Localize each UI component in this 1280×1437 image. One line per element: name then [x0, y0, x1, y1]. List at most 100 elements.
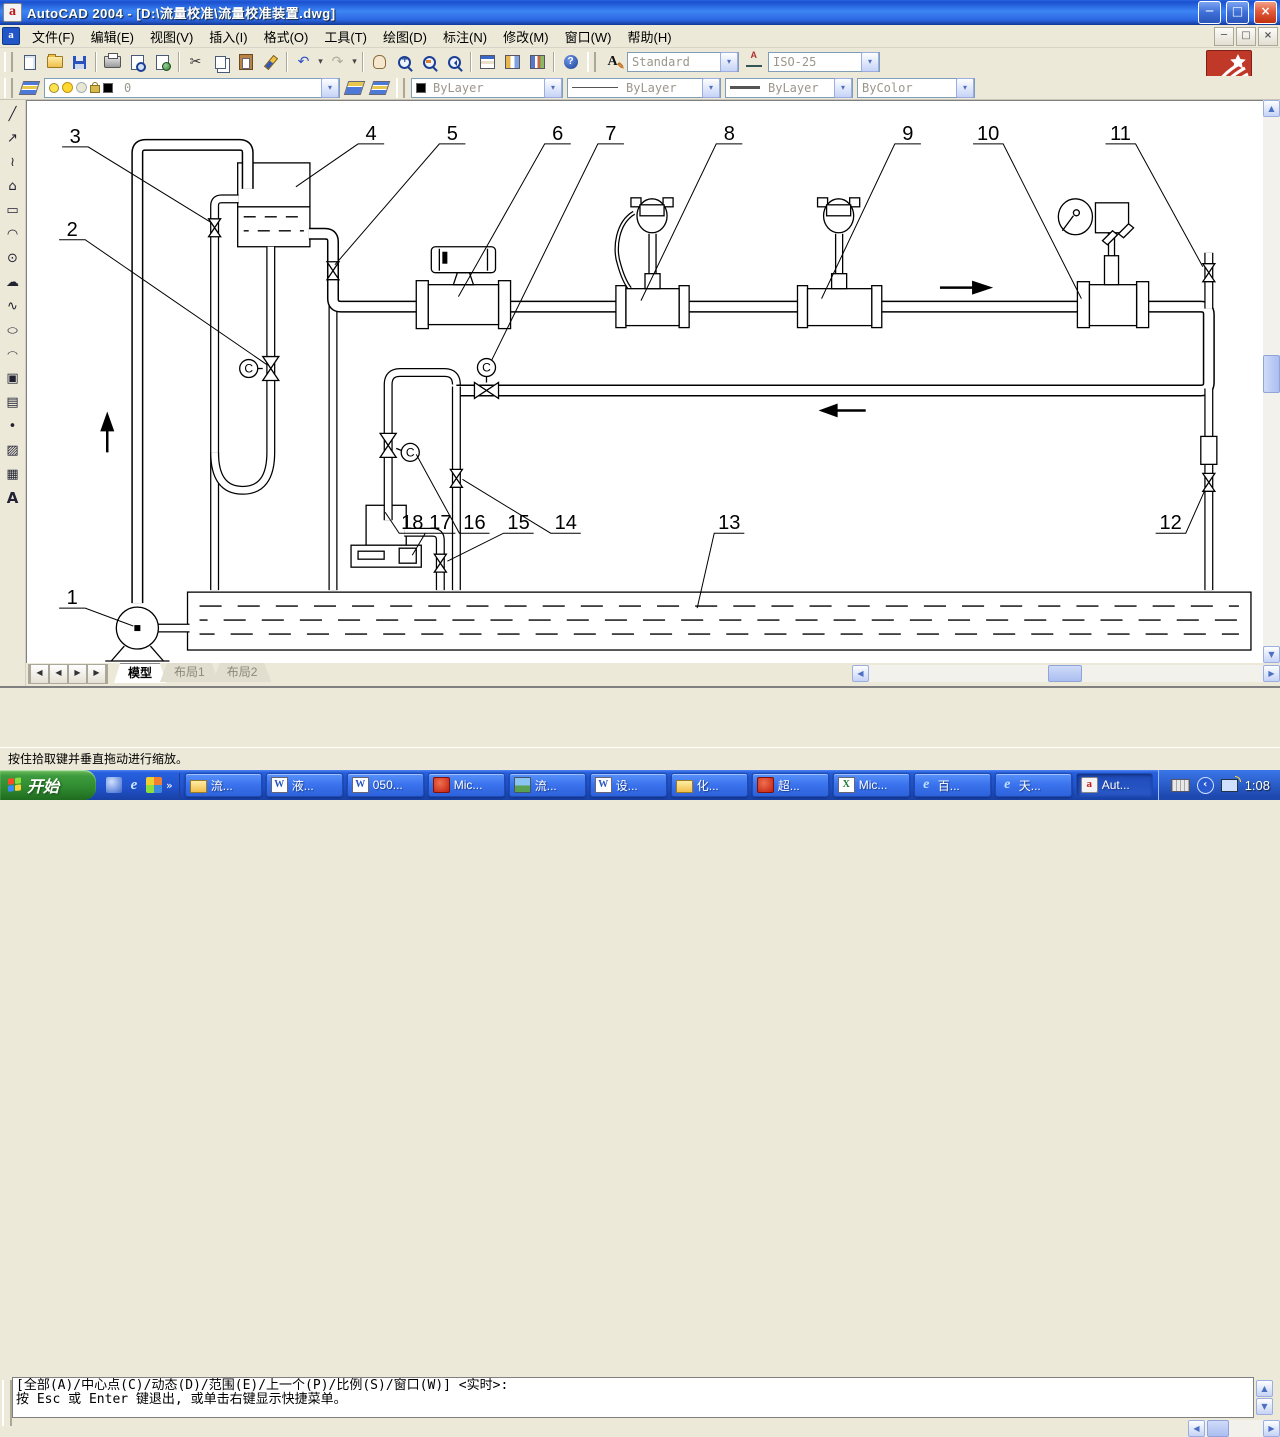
properties-button[interactable]: [475, 50, 500, 74]
lineweight-combo[interactable]: ByLayer ▾: [725, 78, 853, 98]
restore-button[interactable]: □: [1226, 1, 1249, 24]
pan-button[interactable]: [367, 50, 392, 74]
taskbar-item-folder-2[interactable]: 化...: [671, 773, 748, 797]
command-window-grip[interactable]: [2, 1380, 12, 1426]
save-button[interactable]: [67, 50, 92, 74]
draw-spline-button[interactable]: ∿: [1, 294, 25, 318]
toolbar-grip[interactable]: [4, 52, 13, 72]
new-file-button[interactable]: [17, 50, 42, 74]
vertical-scroll-thumb[interactable]: [1263, 355, 1280, 393]
redo-dropdown[interactable]: ▾: [350, 51, 359, 73]
undo-dropdown[interactable]: ▾: [316, 51, 325, 73]
taskbar-item-word-2[interactable]: 050...: [347, 773, 424, 797]
make-block-button[interactable]: ▤: [1, 390, 25, 414]
layer-manager-button[interactable]: [17, 76, 42, 100]
layer-color-swatch[interactable]: [103, 83, 113, 93]
scroll-right-icon[interactable]: ▶: [1263, 665, 1280, 682]
mdi-minimize-button[interactable]: ─: [1214, 27, 1234, 46]
draw-arc-button[interactable]: ◠: [1, 222, 25, 246]
taskbar-item-image[interactable]: 流...: [509, 773, 586, 797]
tab-next-button[interactable]: ▶: [68, 664, 87, 684]
combo-arrow-icon[interactable]: ▾: [702, 78, 720, 98]
designcenter-button[interactable]: [500, 50, 525, 74]
taskbar-item-excel[interactable]: Mic...: [833, 773, 910, 797]
draw-revcloud-button[interactable]: ☁: [1, 270, 25, 294]
combo-arrow-icon[interactable]: ▾: [834, 78, 852, 98]
menu-view[interactable]: 视图(V): [142, 24, 201, 49]
command-scroll-down-icon[interactable]: ▼: [1256, 1398, 1273, 1415]
canvas-horizontal-scrollbar[interactable]: ◀ ▶: [852, 665, 1280, 682]
draw-circle-button[interactable]: ⊙: [1, 246, 25, 270]
menu-insert[interactable]: 插入(I): [201, 24, 255, 49]
layer-lock-icon[interactable]: [90, 85, 100, 93]
taskbar-item-folder-1[interactable]: 流...: [185, 773, 262, 797]
linetype-combo[interactable]: ByLayer ▾: [567, 78, 721, 98]
menu-window[interactable]: 窗口(W): [557, 24, 620, 49]
taskbar-item-office-red[interactable]: Mic...: [428, 773, 505, 797]
paste-button[interactable]: [233, 50, 258, 74]
network-icon[interactable]: [1221, 779, 1238, 792]
command-scroll-thumb[interactable]: [1207, 1420, 1229, 1437]
language-bar-icon[interactable]: ‹: [1197, 777, 1214, 794]
drawing-mdi-icon[interactable]: a: [2, 27, 20, 45]
dim-style-button[interactable]: [741, 50, 766, 74]
close-button[interactable]: ×: [1254, 1, 1277, 24]
make-layer-current-button[interactable]: [342, 76, 367, 100]
tab-model[interactable]: 模型: [114, 663, 166, 683]
zoom-window-button[interactable]: [417, 50, 442, 74]
dim-style-combo[interactable]: ISO-25 ▾: [768, 52, 880, 72]
layer-combo[interactable]: 0 ▾: [44, 78, 340, 98]
menu-format[interactable]: 格式(O): [256, 24, 317, 49]
undo-button[interactable]: ↶: [291, 50, 316, 74]
plot-button[interactable]: [100, 50, 125, 74]
tab-layout2[interactable]: 布局2: [213, 663, 272, 682]
menu-file[interactable]: 文件(F): [24, 24, 83, 49]
scroll-left-icon[interactable]: ◀: [1188, 1420, 1205, 1437]
taskbar-item-autocad[interactable]: Aut...: [1076, 773, 1153, 797]
mdi-restore-button[interactable]: □: [1236, 27, 1256, 46]
region-button[interactable]: ▦: [1, 462, 25, 486]
text-style-combo[interactable]: Standard ▾: [627, 52, 739, 72]
hatch-button[interactable]: ▨: [1, 438, 25, 462]
combo-arrow-icon[interactable]: ▾: [861, 52, 879, 72]
draw-rectangle-button[interactable]: ▭: [1, 198, 25, 222]
open-file-button[interactable]: [42, 50, 67, 74]
combo-arrow-icon[interactable]: ▾: [956, 78, 974, 98]
menu-modify[interactable]: 修改(M): [495, 24, 557, 49]
quick-launch-app-icon[interactable]: [106, 777, 122, 793]
draw-line-button[interactable]: ╱: [1, 102, 25, 126]
scroll-up-icon[interactable]: ▲: [1263, 100, 1280, 117]
tool-palettes-button[interactable]: [525, 50, 550, 74]
command-scroll-up-icon[interactable]: ▲: [1256, 1380, 1273, 1397]
draw-polyline-button[interactable]: ≀: [1, 150, 25, 174]
draw-ellipse-button[interactable]: ○: [1, 318, 25, 342]
text-style-button[interactable]: A: [600, 50, 625, 74]
redo-button[interactable]: ↷: [325, 50, 350, 74]
menu-help[interactable]: 帮助(H): [620, 24, 680, 49]
color-combo[interactable]: ByLayer ▾: [411, 78, 563, 98]
toolbar-grip[interactable]: [587, 52, 596, 72]
scroll-left-icon[interactable]: ◀: [852, 665, 869, 682]
taskbar-item-word-3[interactable]: 设...: [590, 773, 667, 797]
help-button[interactable]: [558, 50, 583, 74]
quick-launch-more-icon[interactable]: »: [166, 779, 173, 792]
cut-button[interactable]: ✂: [183, 50, 208, 74]
scroll-right-icon[interactable]: ▶: [1263, 1420, 1280, 1437]
taskbar-item-ie-1[interactable]: 百...: [914, 773, 991, 797]
insert-block-button[interactable]: ▣: [1, 366, 25, 390]
plot-style-combo[interactable]: ByColor ▾: [857, 78, 975, 98]
combo-arrow-icon[interactable]: ▾: [321, 78, 339, 98]
menu-dimension[interactable]: 标注(N): [435, 24, 495, 49]
copy-button[interactable]: [208, 50, 233, 74]
drawing-canvas[interactable]: C C C: [26, 100, 1263, 663]
match-properties-button[interactable]: [258, 50, 283, 74]
minimize-button[interactable]: ─: [1198, 1, 1221, 24]
scroll-down-icon[interactable]: ▼: [1263, 646, 1280, 663]
zoom-realtime-button[interactable]: [392, 50, 417, 74]
canvas-vertical-scrollbar[interactable]: ▲ ▼: [1263, 100, 1280, 663]
combo-arrow-icon[interactable]: ▾: [720, 52, 738, 72]
tab-prev-button[interactable]: ◀: [49, 664, 68, 684]
tab-last-button[interactable]: ▶: [87, 664, 108, 684]
tab-layout1[interactable]: 布局1: [160, 663, 219, 682]
tab-first-button[interactable]: ◀: [28, 664, 49, 684]
